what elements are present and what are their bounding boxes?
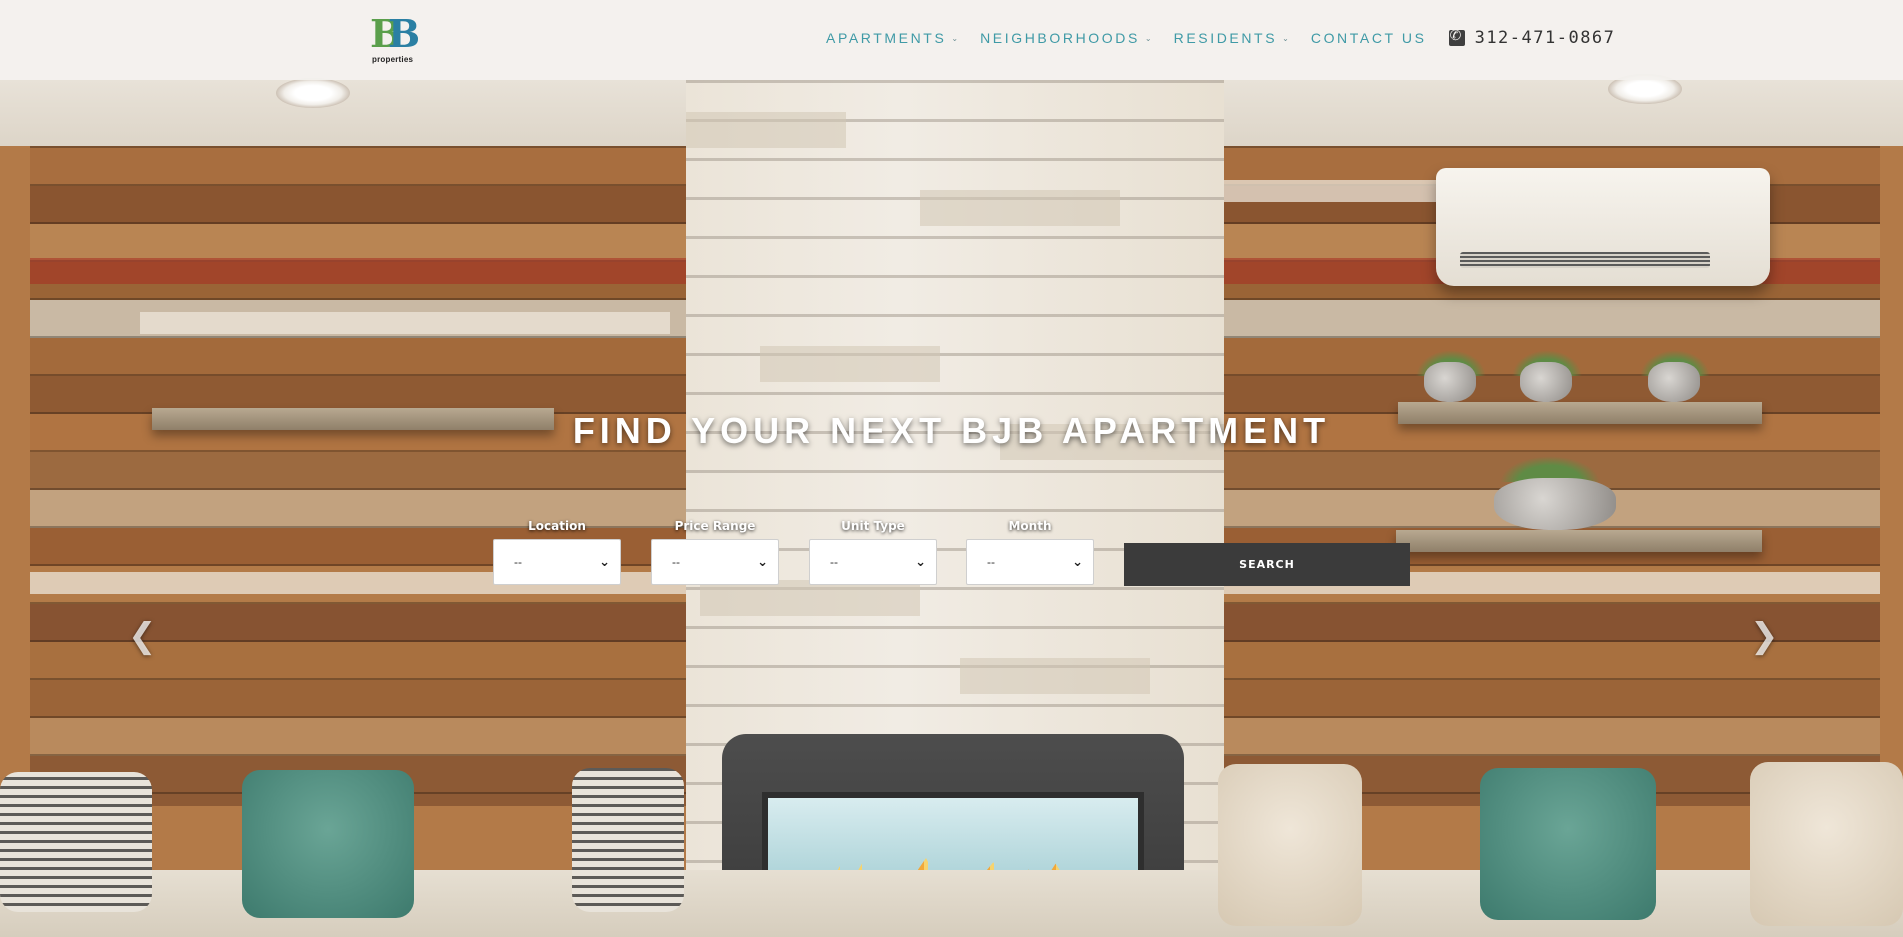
bjb-logo[interactable]: B B properties — [370, 14, 420, 66]
stone-brick — [686, 112, 846, 148]
phone-icon — [1448, 28, 1465, 46]
chevron-down-icon: ⌄ — [1144, 33, 1152, 43]
month-label: Month — [1008, 519, 1052, 533]
pillow — [572, 768, 684, 912]
location-value: -- — [514, 555, 522, 569]
air-conditioner-vent — [1460, 252, 1710, 268]
stone-brick — [760, 346, 940, 382]
plant-pot — [1648, 362, 1700, 402]
unit-type-label: Unit Type — [841, 519, 905, 533]
wood-plank — [30, 258, 690, 284]
location-field: Location -- ⌄ — [493, 519, 621, 585]
nav-item-neighborhoods[interactable]: NEIGHBORHOODS ⌄ — [980, 30, 1152, 46]
wall-shelf — [1396, 530, 1762, 552]
site-header: B B properties APARTMENTS ⌄ NEIGHBORHOOD… — [0, 0, 1903, 80]
unit-type-field: Unit Type -- ⌄ — [809, 519, 937, 585]
nav-item-label: NEIGHBORHOODS — [980, 30, 1140, 46]
chevron-down-icon: ⌄ — [757, 554, 768, 570]
pillow — [0, 772, 152, 912]
plant-pot — [1424, 362, 1476, 402]
unit-type-select[interactable]: -- ⌄ — [809, 539, 937, 585]
price-range-select[interactable]: -- ⌄ — [651, 539, 779, 585]
chevron-down-icon: ⌄ — [599, 554, 610, 570]
nav-item-contact-us[interactable]: CONTACT US — [1311, 30, 1427, 46]
nav-item-label: APARTMENTS — [826, 30, 947, 46]
month-value: -- — [987, 555, 995, 569]
wood-plank — [140, 312, 670, 334]
search-button[interactable]: SEARCH — [1124, 543, 1410, 586]
price-range-label: Price Range — [674, 519, 756, 533]
chevron-down-icon: ⌄ — [915, 554, 926, 570]
ceiling-light — [276, 78, 350, 108]
month-select[interactable]: -- ⌄ — [966, 539, 1094, 585]
pillow — [242, 770, 414, 918]
pillow — [1750, 762, 1903, 926]
price-range-field: Price Range -- ⌄ — [651, 519, 779, 585]
chevron-down-icon: ⌄ — [1282, 33, 1289, 43]
nav-item-apartments[interactable]: APARTMENTS ⌄ — [826, 30, 958, 46]
wood-wall-left — [30, 146, 690, 806]
month-field: Month -- ⌄ — [966, 519, 1094, 585]
chevron-right-icon[interactable]: ❯ — [1750, 616, 1779, 656]
unit-type-value: -- — [830, 555, 838, 569]
location-label: Location — [528, 519, 586, 533]
price-range-value: -- — [672, 555, 680, 569]
pillow — [1218, 764, 1362, 926]
chevron-down-icon: ⌄ — [951, 33, 959, 43]
chevron-left-icon[interactable]: ❮ — [128, 616, 157, 656]
stone-brick — [700, 580, 920, 616]
air-conditioner — [1436, 168, 1770, 286]
stone-brick — [960, 658, 1150, 694]
phone-number: 312-471-0867 — [1474, 28, 1616, 48]
location-select[interactable]: -- ⌄ — [493, 539, 621, 585]
logo-subtext: properties — [372, 55, 414, 64]
hero-background — [0, 0, 1903, 937]
nav-item-label: CONTACT US — [1310, 30, 1427, 46]
nav-item-label: RESIDENTS — [1173, 30, 1278, 46]
hero-headline: FIND YOUR NEXT BJB APARTMENT — [572, 410, 1331, 451]
stone-brick — [920, 190, 1120, 226]
plant-pot — [1494, 478, 1616, 530]
nav-item-residents[interactable]: RESIDENTS ⌄ — [1174, 30, 1289, 46]
plant-pot — [1520, 362, 1572, 402]
logo-letter: B — [388, 11, 421, 56]
phone-link[interactable]: 312-471-0867 — [1448, 28, 1616, 48]
chevron-down-icon: ⌄ — [1072, 554, 1083, 570]
pillow — [1480, 768, 1656, 920]
main-nav: APARTMENTS ⌄ NEIGHBORHOODS ⌄ RESIDENTS ⌄… — [826, 28, 1615, 48]
